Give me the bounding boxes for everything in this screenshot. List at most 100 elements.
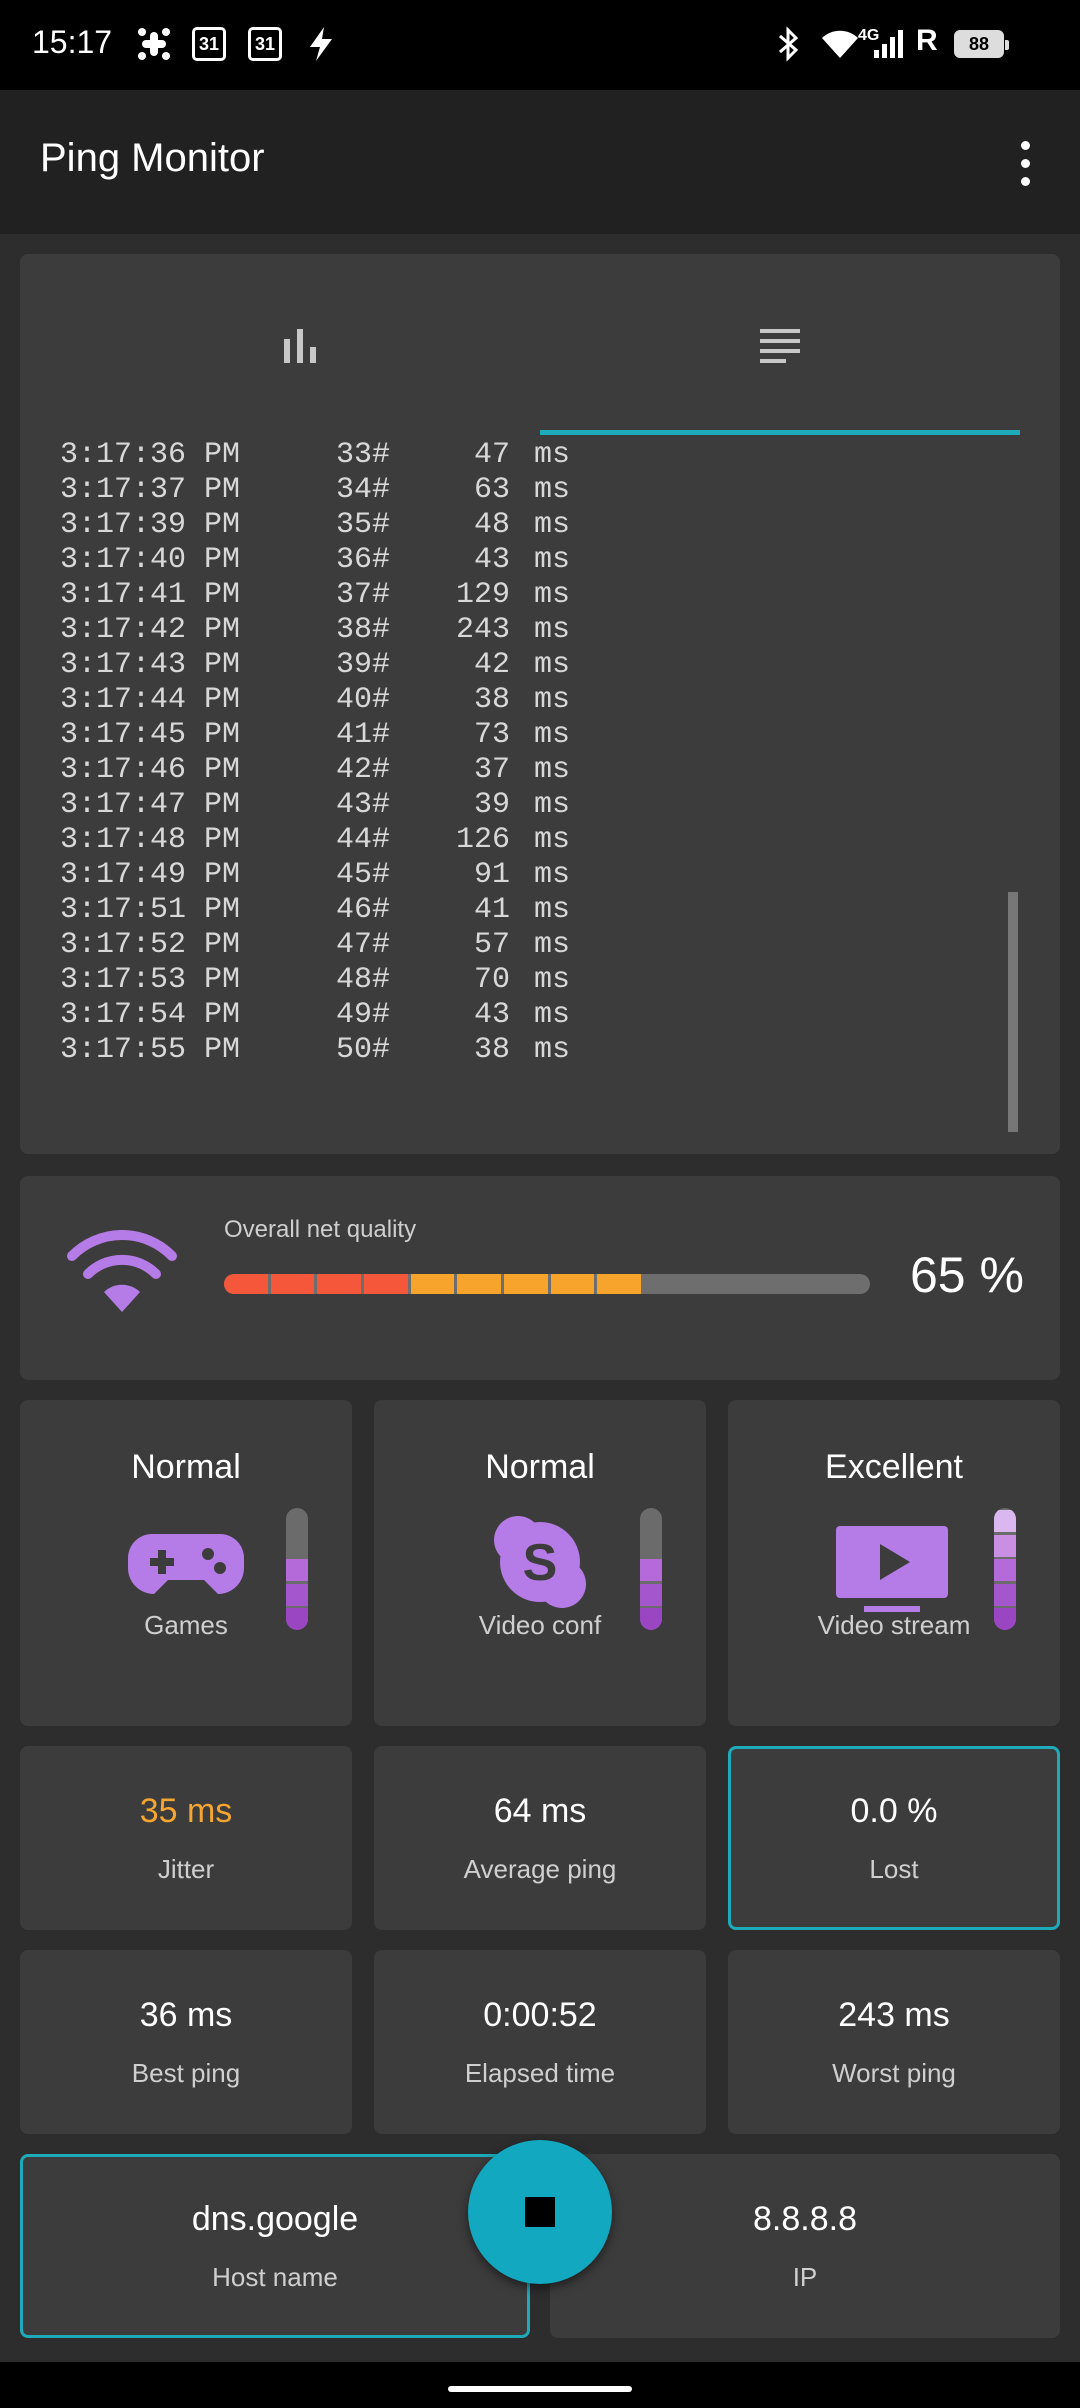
scrollbar[interactable] <box>1008 892 1018 1132</box>
log-unit: ms <box>533 893 570 927</box>
home-handle[interactable] <box>448 2386 632 2392</box>
calendar-icon: 31 <box>248 22 282 66</box>
meter-segment <box>286 1559 308 1582</box>
category-games: Normal Games <box>20 1400 352 1726</box>
log-seq: 35# <box>335 508 390 542</box>
selected-tab-indicator <box>540 430 1020 435</box>
average-ping-label: Average ping <box>463 1854 617 1884</box>
quality-bar-segment <box>597 1274 641 1294</box>
log-seq: 38# <box>335 613 390 647</box>
tab-log[interactable] <box>540 254 1020 436</box>
meter-segment <box>994 1534 1016 1557</box>
quality-bar-segment <box>317 1274 361 1294</box>
video-play-icon <box>834 1524 950 1619</box>
log-time: 3:17:55 PM <box>60 1033 241 1067</box>
log-row: 3:17:49 PM 45# 91 ms <box>60 858 660 893</box>
log-value: 126 <box>455 823 510 857</box>
stop-button[interactable] <box>468 2140 612 2284</box>
log-row: 3:17:55 PM 50# 38 ms <box>60 1033 660 1068</box>
log-row: 3:17:41 PM 37# 129 ms <box>60 578 660 613</box>
log-value: 47 <box>473 438 510 472</box>
log-time: 3:17:41 PM <box>60 578 241 612</box>
log-time: 3:17:40 PM <box>60 543 241 577</box>
log-row: 3:17:40 PM 36# 43 ms <box>60 543 660 578</box>
log-row: 3:17:44 PM 40# 38 ms <box>60 683 660 718</box>
meter-segment <box>640 1583 662 1606</box>
log-value: 129 <box>455 578 510 612</box>
tab-chart[interactable] <box>20 254 580 436</box>
host-name-label: Host name <box>212 2262 338 2292</box>
log-row: 3:17:37 PM 34# 63 ms <box>60 473 660 508</box>
video-stream-rating: Excellent <box>825 1448 963 1486</box>
log-seq: 36# <box>335 543 390 577</box>
log-value: 43 <box>473 543 510 577</box>
log-time: 3:17:45 PM <box>60 718 241 752</box>
log-time: 3:17:39 PM <box>60 508 241 542</box>
quality-bar-segment <box>270 1274 315 1294</box>
worst-ping-label: Worst ping <box>832 2058 956 2088</box>
stat-average-ping: 64 ms Average ping <box>374 1746 706 1930</box>
log-unit: ms <box>533 718 570 752</box>
elapsed-time-value: 0:00:52 <box>483 1996 597 2034</box>
log-seq: 45# <box>335 858 390 892</box>
log-seq: 39# <box>335 648 390 682</box>
log-value: 37 <box>473 753 510 787</box>
more-options-icon[interactable] <box>1010 138 1040 188</box>
ip-value: 8.8.8.8 <box>753 2200 857 2238</box>
stat-lost[interactable]: 0.0 % Lost <box>728 1746 1060 1930</box>
skype-icon: S <box>492 1514 588 1615</box>
bar-chart-icon <box>284 329 316 363</box>
log-seq: 42# <box>335 753 390 787</box>
category-video-conf: Normal S Video conf <box>374 1400 706 1726</box>
log-value: 41 <box>473 893 510 927</box>
log-row: 3:17:36 PM 33# 47 ms <box>60 438 660 473</box>
host-name-card[interactable]: dns.google Host name <box>20 2154 530 2338</box>
log-seq: 44# <box>335 823 390 857</box>
ip-card[interactable]: 8.8.8.8 IP <box>550 2154 1060 2338</box>
log-unit: ms <box>533 753 570 787</box>
video-conf-label: Video conf <box>478 1610 602 1640</box>
log-time: 3:17:43 PM <box>60 648 241 682</box>
log-value: 38 <box>473 683 510 717</box>
stat-elapsed-time: 0:00:52 Elapsed time <box>374 1950 706 2134</box>
log-value: 42 <box>473 648 510 682</box>
wifi-icon <box>820 22 860 66</box>
ip-label: IP <box>792 2262 818 2292</box>
quality-bar-segment <box>410 1274 455 1294</box>
log-row: 3:17:42 PM 38# 243 ms <box>60 613 660 648</box>
jitter-value: 35 ms <box>139 1792 233 1830</box>
log-seq: 40# <box>335 683 390 717</box>
log-unit: ms <box>533 963 570 997</box>
list-icon <box>760 329 800 363</box>
worst-ping-value: 243 ms <box>838 1996 950 2034</box>
average-ping-value: 64 ms <box>493 1792 587 1830</box>
log-row: 3:17:45 PM 41# 73 ms <box>60 718 660 753</box>
log-seq: 41# <box>335 718 390 752</box>
log-unit: ms <box>533 648 570 682</box>
log-value: 43 <box>473 998 510 1032</box>
net-quality-card: Overall net quality 65 % <box>20 1176 1060 1380</box>
wifi-quality-icon <box>64 1229 180 1321</box>
bluetooth-icon <box>776 22 802 66</box>
log-value: 48 <box>473 508 510 542</box>
navigation-bar <box>0 2362 1080 2408</box>
log-unit: ms <box>533 998 570 1032</box>
ping-log-list[interactable]: 3:17:36 PM 33# 47 ms 3:17:37 PM 34# 63 ms 3:17:3… <box>60 438 660 1078</box>
battery-icon: 88 <box>954 30 1009 58</box>
signal-icon <box>872 22 906 66</box>
meter-segment <box>994 1559 1016 1582</box>
status-time: 15:17 <box>32 24 113 60</box>
video-stream-label: Video stream <box>817 1610 971 1640</box>
log-row: 3:17:52 PM 47# 57 ms <box>60 928 660 963</box>
meter-segment <box>640 1559 662 1582</box>
log-value: 243 <box>455 613 510 647</box>
log-seq: 49# <box>335 998 390 1032</box>
stat-best-ping: 36 ms Best ping <box>20 1950 352 2134</box>
meter-segment <box>994 1510 1016 1533</box>
best-ping-value: 36 ms <box>139 1996 233 2034</box>
log-value: 57 <box>473 928 510 962</box>
log-unit: ms <box>533 823 570 857</box>
log-unit: ms <box>533 578 570 612</box>
log-time: 3:17:42 PM <box>60 613 241 647</box>
calendar-icon: 31 <box>192 22 226 66</box>
